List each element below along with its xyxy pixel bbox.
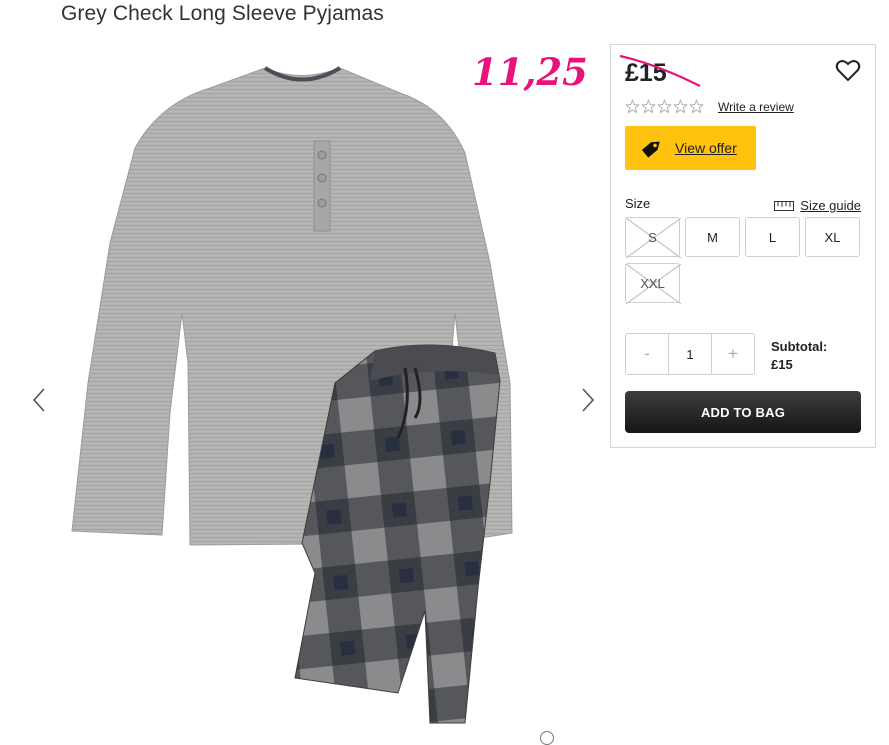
size-label-xl: XL [824,229,841,245]
ruler-icon [774,200,795,211]
add-to-bag-button[interactable]: ADD TO BAG [625,391,861,433]
subtotal-label: Subtotal: [771,339,828,354]
product-purchase-panel: £15 Write a review View offer Size Size … [610,44,876,448]
chevron-left-icon [32,388,45,412]
chevron-right-icon [582,388,595,412]
size-option-m[interactable]: M [685,217,740,257]
rating-stars [625,99,704,114]
star-icon [657,99,672,114]
size-option-l[interactable]: L [745,217,800,257]
star-icon [641,99,656,114]
next-image-button[interactable] [577,383,599,417]
size-label-xxl: XXL [640,275,665,291]
handwritten-price-annotation: 11,25 [472,50,588,94]
size-guide-label: Size guide [800,198,861,213]
size-option-s[interactable]: S [625,217,681,258]
subtotal: Subtotal: £15 [771,338,827,374]
subtotal-value: £15 [771,357,793,372]
quantity-stepper: - 1 + [625,333,755,375]
star-icon [689,99,704,114]
star-icon [673,99,688,114]
size-guide-link[interactable]: Size guide [774,198,861,213]
size-label-m: M [707,229,718,245]
size-label-s: S [648,229,657,245]
tag-icon [641,141,660,158]
view-offer-label: View offer [675,140,737,156]
product-title: Grey Check Long Sleeve Pyjamas [61,2,384,25]
product-gallery [0,40,610,735]
heart-icon [835,60,861,82]
product-image [71,66,513,724]
quantity-input[interactable]: 1 [668,334,712,374]
star-icon [625,99,640,114]
write-review-link[interactable]: Write a review [718,100,794,114]
view-offer-button[interactable]: View offer [625,126,756,170]
size-label-l: L [768,229,777,245]
quantity-decrease-button[interactable]: - [626,334,668,374]
quantity-increase-button[interactable]: + [712,334,754,374]
price-strikethrough-annotation [619,54,701,87]
size-option-xl[interactable]: XL [805,217,860,257]
previous-image-button[interactable] [28,383,50,417]
size-label: Size [625,196,651,211]
wishlist-button[interactable] [835,59,861,88]
size-option-xxl[interactable]: XXL [625,263,681,304]
carousel-indicator[interactable] [540,731,554,745]
